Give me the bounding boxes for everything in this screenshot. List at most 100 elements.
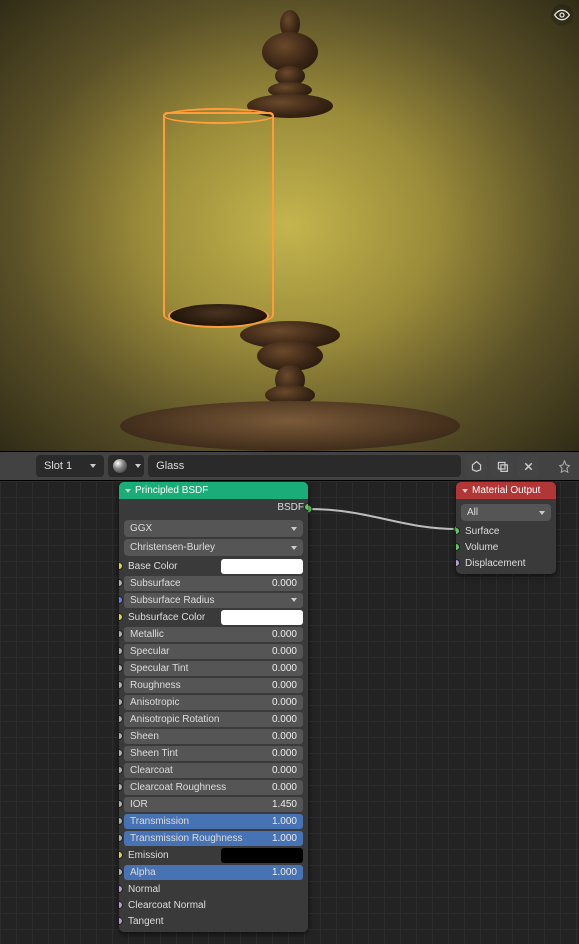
input-anisotropic-rotation[interactable]: Anisotropic Rotation0.000: [124, 711, 303, 727]
color-swatch[interactable]: [221, 610, 303, 625]
node-title: Principled BSDF: [135, 485, 208, 496]
subsurface-method-dropdown[interactable]: Christensen-Burley: [124, 539, 303, 556]
input-sheen-tint[interactable]: Sheen Tint0.000: [124, 745, 303, 761]
input-anisotropic[interactable]: Anisotropic0.000: [124, 694, 303, 710]
input-socket[interactable]: [456, 543, 460, 551]
output-socket[interactable]: [304, 503, 308, 511]
value-slider[interactable]: Specular Tint0.000: [124, 661, 303, 676]
input-tangent: Tangent: [124, 913, 303, 929]
chevron-down-icon: [135, 464, 141, 468]
input-clearcoat-roughness[interactable]: Clearcoat Roughness0.000: [124, 779, 303, 795]
input-socket[interactable]: [119, 885, 123, 893]
input-volume: Volume: [461, 539, 551, 555]
input-specular-tint[interactable]: Specular Tint0.000: [124, 660, 303, 676]
visibility-eye-icon[interactable]: [551, 4, 573, 26]
unlink-material-button[interactable]: [517, 455, 539, 477]
input-subsurface-radius[interactable]: Subsurface Radius: [124, 592, 303, 608]
input-socket[interactable]: [119, 562, 123, 570]
input-clearcoat[interactable]: Clearcoat0.000: [124, 762, 303, 778]
input-base-color[interactable]: Base Color: [124, 558, 303, 574]
output-socket-row: BSDF: [119, 499, 308, 515]
duplicate-material-button[interactable]: [491, 455, 513, 477]
collapse-triangle-icon[interactable]: [462, 489, 468, 493]
input-socket[interactable]: [456, 559, 460, 567]
input-ior[interactable]: IOR1.450: [124, 796, 303, 812]
input-socket[interactable]: [119, 917, 123, 925]
material-name-field[interactable]: Glass: [148, 455, 461, 477]
viewport-3d[interactable]: [0, 0, 579, 451]
chevron-down-icon: [291, 527, 297, 531]
node-title: Material Output: [472, 485, 540, 496]
input-emission[interactable]: Emission: [124, 847, 303, 863]
value-slider[interactable]: Sheen Tint0.000: [124, 746, 303, 761]
slot-label: Slot 1: [44, 460, 72, 472]
input-displacement: Displacement: [461, 555, 551, 571]
input-socket[interactable]: [119, 630, 123, 638]
input-sheen[interactable]: Sheen0.000: [124, 728, 303, 744]
value-slider[interactable]: Anisotropic0.000: [124, 695, 303, 710]
distribution-dropdown[interactable]: GGX: [124, 520, 303, 537]
input-specular[interactable]: Specular0.000: [124, 643, 303, 659]
value-slider[interactable]: Transmission Roughness1.000: [124, 831, 303, 846]
input-socket[interactable]: [119, 901, 123, 909]
input-socket[interactable]: [119, 732, 123, 740]
input-socket[interactable]: [119, 851, 123, 859]
input-transmission[interactable]: Transmission1.000: [124, 813, 303, 829]
value-slider[interactable]: Anisotropic Rotation0.000: [124, 712, 303, 727]
input-metallic[interactable]: Metallic0.000: [124, 626, 303, 642]
output-target-dropdown[interactable]: All: [461, 504, 551, 521]
material-browse-dropdown[interactable]: [132, 455, 144, 477]
material-slot-dropdown[interactable]: Slot 1: [36, 455, 104, 477]
chevron-down-icon: [291, 546, 297, 550]
node-material-output[interactable]: Material Output All SurfaceVolumeDisplac…: [456, 482, 556, 574]
input-normal: Normal: [124, 881, 303, 897]
input-socket[interactable]: [119, 868, 123, 876]
value-slider[interactable]: Clearcoat0.000: [124, 763, 303, 778]
node-header[interactable]: Material Output: [456, 482, 556, 499]
input-socket[interactable]: [119, 664, 123, 672]
glass-cylinder-selection[interactable]: [163, 112, 274, 327]
input-socket[interactable]: [119, 613, 123, 621]
input-socket[interactable]: [119, 681, 123, 689]
input-socket[interactable]: [119, 715, 123, 723]
input-surface: Surface: [461, 523, 551, 539]
value-slider[interactable]: Roughness0.000: [124, 678, 303, 693]
value-slider[interactable]: IOR1.450: [124, 797, 303, 812]
material-preview-icon[interactable]: [108, 455, 132, 477]
input-socket[interactable]: [119, 766, 123, 774]
value-slider[interactable]: Alpha1.000: [124, 865, 303, 880]
value-slider[interactable]: Subsurface0.000: [124, 576, 303, 591]
input-socket[interactable]: [119, 783, 123, 791]
pedestal-bottom: [185, 321, 395, 451]
color-swatch[interactable]: [221, 559, 303, 574]
input-socket[interactable]: [119, 698, 123, 706]
input-socket[interactable]: [119, 596, 123, 604]
collapse-triangle-icon[interactable]: [125, 489, 131, 493]
input-socket[interactable]: [119, 647, 123, 655]
pin-button[interactable]: [553, 455, 575, 477]
input-socket[interactable]: [119, 800, 123, 808]
node-principled-bsdf[interactable]: Principled BSDF BSDF GGX Christensen-Bur…: [119, 482, 308, 932]
output-label: BSDF: [277, 502, 304, 513]
pedestal-top: [245, 10, 335, 110]
input-socket[interactable]: [456, 527, 460, 535]
value-slider[interactable]: Specular0.000: [124, 644, 303, 659]
color-swatch[interactable]: [221, 848, 303, 863]
chevron-down-icon: [90, 464, 96, 468]
input-alpha[interactable]: Alpha1.000: [124, 864, 303, 880]
input-roughness[interactable]: Roughness0.000: [124, 677, 303, 693]
input-transmission-roughness[interactable]: Transmission Roughness1.000: [124, 830, 303, 846]
value-slider[interactable]: Clearcoat Roughness0.000: [124, 780, 303, 795]
fake-user-button[interactable]: [465, 455, 487, 477]
input-socket[interactable]: [119, 749, 123, 757]
input-socket[interactable]: [119, 834, 123, 842]
value-slider[interactable]: Metallic0.000: [124, 627, 303, 642]
input-subsurface-color[interactable]: Subsurface Color: [124, 609, 303, 625]
input-socket[interactable]: [119, 579, 123, 587]
node-header[interactable]: Principled BSDF: [119, 482, 308, 499]
node-editor[interactable]: Principled BSDF BSDF GGX Christensen-Bur…: [0, 481, 579, 944]
value-slider[interactable]: Sheen0.000: [124, 729, 303, 744]
input-socket[interactable]: [119, 817, 123, 825]
input-subsurface[interactable]: Subsurface0.000: [124, 575, 303, 591]
value-slider[interactable]: Transmission1.000: [124, 814, 303, 829]
